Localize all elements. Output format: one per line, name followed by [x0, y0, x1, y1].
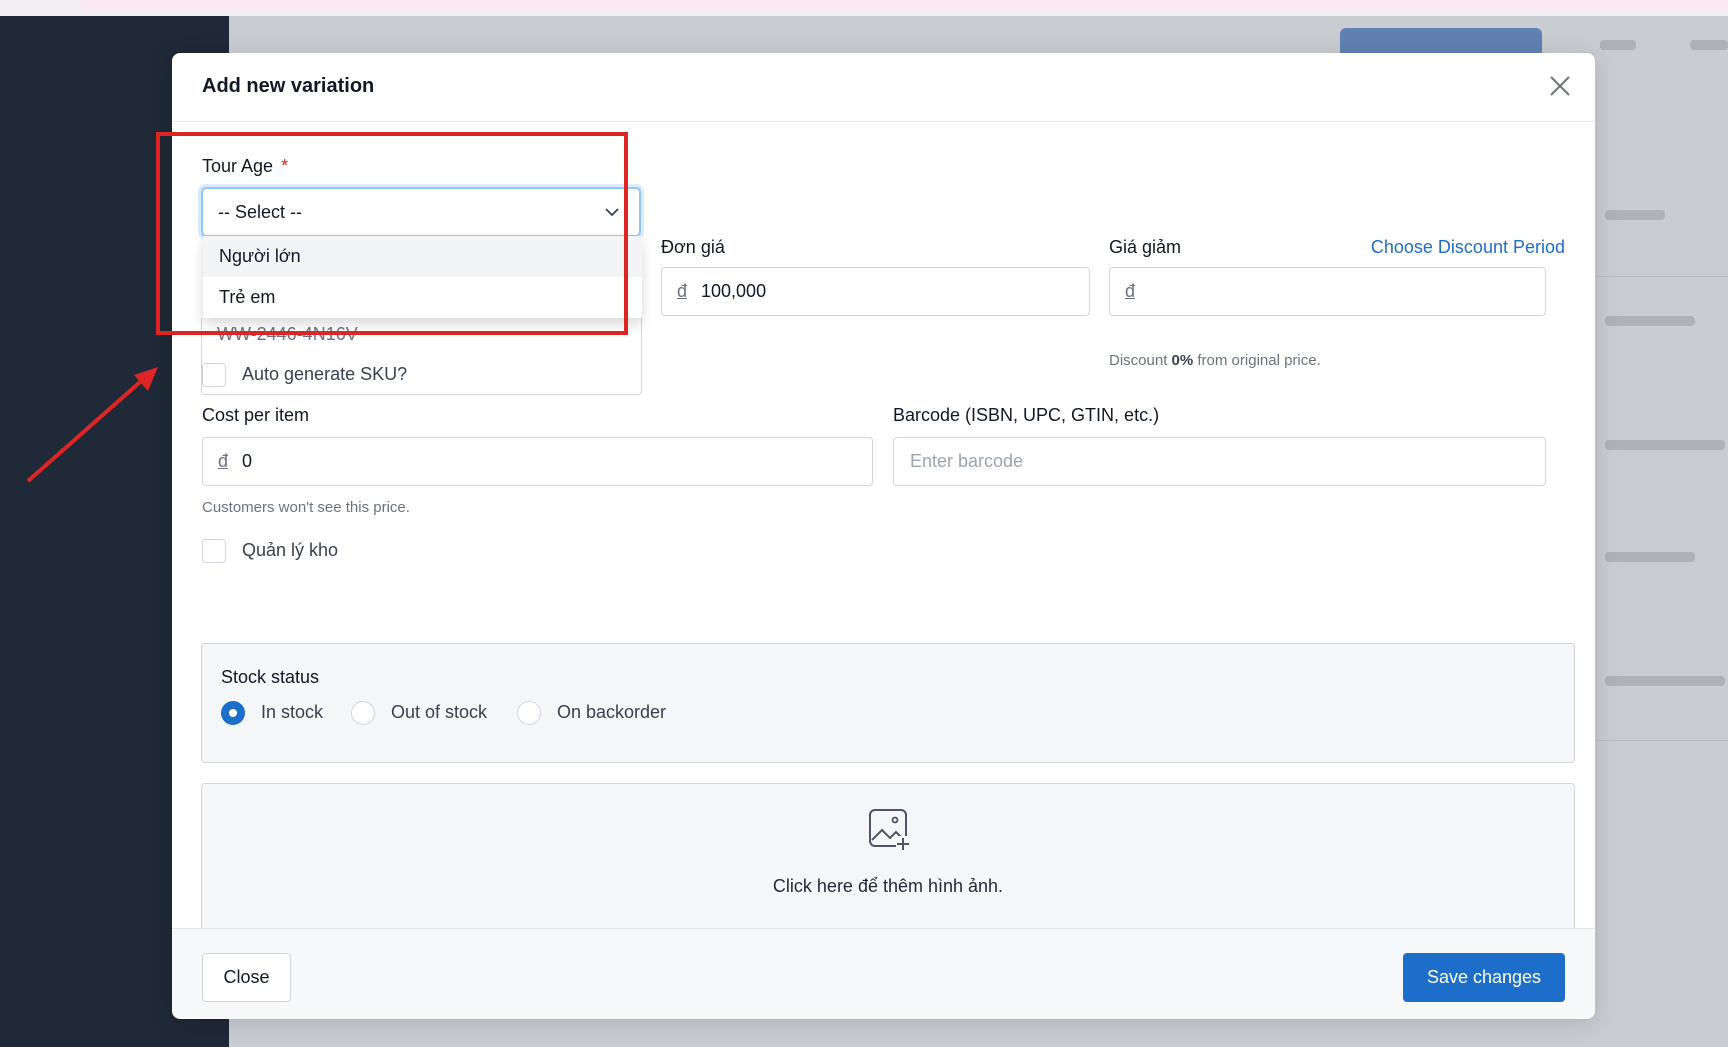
radio-in-stock-label: In stock [261, 702, 324, 722]
tour-age-selected-value: -- Select -- [218, 201, 303, 222]
tour-age-dropdown: Người lớn Trẻ em [203, 236, 642, 318]
browser-topbar [0, 0, 1728, 17]
stock-status-label: Stock status [221, 667, 320, 687]
stock-status-panel: Stock status In stock Out of stock On ba… [201, 643, 1575, 763]
barcode-input[interactable]: Enter barcode [893, 437, 1546, 486]
currency-symbol: đ [1125, 281, 1136, 301]
inventory-checkbox[interactable] [202, 539, 226, 563]
cost-per-item-input[interactable]: đ 0 [202, 437, 873, 486]
unit-price-input[interactable]: đ 100,000 [661, 267, 1090, 316]
currency-symbol: đ [218, 451, 229, 471]
choose-discount-period-link[interactable]: Choose Discount Period [1371, 237, 1565, 258]
backdrop-text [1600, 40, 1636, 50]
image-upload-area[interactable]: Click here để thêm hình ảnh. [201, 783, 1575, 931]
modal-header: Add new variation [172, 53, 1595, 122]
tour-age-select[interactable]: -- Select -- [201, 187, 641, 237]
radio-on-backorder[interactable] [517, 701, 541, 725]
tour-age-label: Tour Age * [202, 156, 288, 177]
discount-price-input[interactable]: đ [1109, 267, 1546, 316]
currency-symbol: đ [677, 281, 688, 301]
save-changes-button[interactable]: Save changes [1403, 953, 1565, 1002]
radio-in-stock[interactable] [221, 701, 245, 725]
backdrop-divider [1594, 276, 1728, 277]
backdrop-text [1605, 316, 1695, 326]
discount-price-label: Giá giảm [1109, 237, 1182, 257]
cost-value: 0 [242, 451, 253, 471]
annotation-arrow-icon [26, 367, 158, 483]
discount-help-text: Discount 0% from original price. [1109, 352, 1321, 369]
close-button[interactable]: Close [202, 953, 291, 1002]
barcode-placeholder: Enter barcode [910, 451, 1024, 471]
backdrop-text [1690, 40, 1728, 50]
close-icon[interactable] [1547, 73, 1573, 99]
radio-on-backorder-label: On backorder [557, 702, 667, 722]
discount-help-percent: 0% [1171, 352, 1194, 369]
discount-help-suffix: from original price. [1193, 352, 1321, 369]
add-variation-modal: Add new variation Tour Age * -- Select --… [156, 53, 1595, 1019]
modal-title: Add new variation [202, 75, 375, 97]
add-image-icon [869, 809, 910, 850]
cost-per-item-label: Cost per item [202, 405, 310, 425]
backdrop-text [1605, 552, 1695, 562]
discount-help-prefix: Discount [1109, 352, 1172, 369]
dropdown-option-adult[interactable]: Người lớn [203, 236, 642, 277]
radio-out-of-stock[interactable] [351, 701, 375, 725]
inventory-label: Quản lý kho [242, 540, 339, 560]
auto-sku-label: Auto generate SKU? [242, 364, 408, 384]
topbar-pill [80, 0, 1728, 9]
backdrop-text [1605, 440, 1725, 450]
required-mark: * [281, 156, 289, 176]
upload-instruction: Click here để thêm hình ảnh. [772, 876, 1004, 896]
backdrop-text [1605, 210, 1665, 220]
auto-sku-checkbox[interactable] [202, 363, 226, 387]
sku-value: WW-2446-4N16V [217, 324, 358, 344]
modal-footer: Close Save changes [172, 928, 1595, 1019]
chevron-down-icon [605, 208, 619, 217]
barcode-label: Barcode (ISBN, UPC, GTIN, etc.) [893, 405, 1160, 425]
dropdown-option-child[interactable]: Trẻ em [203, 277, 642, 318]
unit-price-label: Đơn giá [661, 237, 725, 257]
tour-age-label-text: Tour Age [202, 156, 274, 176]
radio-out-of-stock-label: Out of stock [391, 702, 488, 722]
unit-price-value: 100,000 [701, 281, 767, 301]
cost-help-text: Customers won't see this price. [202, 499, 410, 516]
backdrop-divider [1594, 740, 1728, 741]
backdrop-text [1605, 676, 1725, 686]
